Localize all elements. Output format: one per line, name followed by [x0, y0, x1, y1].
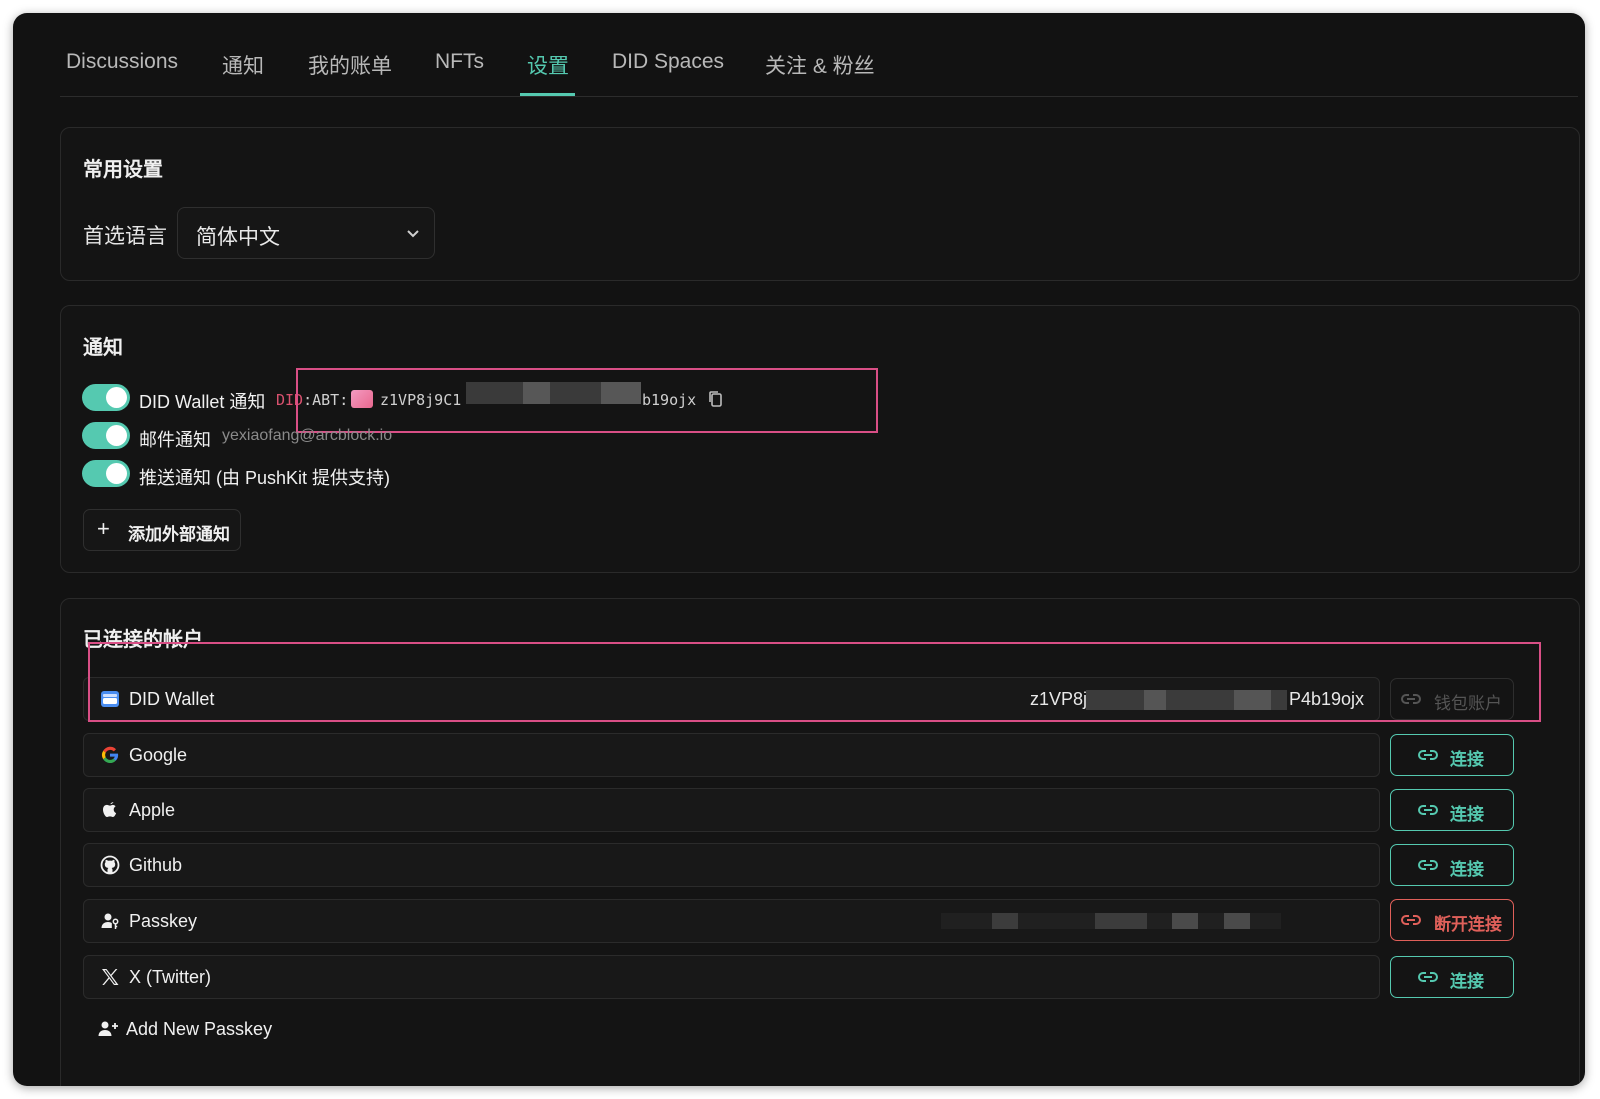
apple-icon [103, 802, 117, 817]
connect-google-button[interactable]: 连接 [1390, 734, 1514, 776]
add-external-notification-label: 添加外部通知 [128, 525, 230, 544]
x-icon [102, 969, 119, 985]
account-name: Google [129, 745, 188, 765]
add-external-notification-button[interactable]: + 添加外部通知 [83, 509, 241, 551]
chevron-down-icon [407, 230, 419, 238]
connect-label: 连接 [1450, 860, 1484, 879]
email-notify-label: 邮件通知 [139, 430, 211, 450]
passkey-icon [101, 913, 119, 929]
tab-nfts[interactable]: NFTs [435, 50, 484, 74]
account-row-google: Google [83, 733, 1380, 777]
tab-did-spaces[interactable]: DID Spaces [612, 50, 724, 74]
did-highlight-box [296, 368, 878, 433]
language-value: 简体中文 [196, 226, 280, 249]
language-select[interactable]: 简体中文 [177, 207, 435, 259]
account-row-passkey: Passkey [83, 899, 1380, 943]
active-tab-indicator [520, 93, 575, 96]
link-icon [1418, 860, 1438, 870]
plus-icon: + [97, 516, 110, 541]
link-icon [1418, 972, 1438, 982]
notifications-title: 通知 [83, 337, 123, 359]
tab-notifications[interactable]: 通知 [222, 50, 264, 80]
connect-label: 连接 [1450, 972, 1484, 991]
general-settings-card: 常用设置 首选语言 简体中文 [60, 127, 1580, 281]
connect-label: 连接 [1450, 750, 1484, 769]
add-new-passkey-button[interactable]: Add New Passkey [126, 1019, 272, 1040]
link-icon [1418, 750, 1438, 760]
connect-github-button[interactable]: 连接 [1390, 844, 1514, 886]
connected-accounts-card: 已连接的帐户 DID Wallet z1VP8j P4b19ojx 钱包账户 G… [60, 598, 1580, 1086]
redacted-block [1172, 913, 1198, 929]
redacted-block [992, 913, 1018, 929]
did-wallet-notify-toggle[interactable] [82, 384, 130, 411]
account-name: Github [129, 855, 183, 875]
connect-apple-button[interactable]: 连接 [1390, 789, 1514, 831]
connect-label: 连接 [1450, 805, 1484, 824]
account-name: X (Twitter) [129, 967, 212, 987]
account-name: Passkey [129, 911, 198, 931]
redacted-block [1224, 913, 1250, 929]
email-address: yexiaofang@arcblock.io [222, 427, 393, 444]
notifications-card: 通知 DID Wallet 通知 DID:ABT: z1VP8j9C1 b19o… [60, 305, 1580, 573]
link-icon [1418, 805, 1438, 815]
add-user-icon [98, 1021, 118, 1036]
wallet-highlight-box [88, 642, 1541, 722]
disconnect-label: 断开连接 [1434, 915, 1502, 934]
account-row-github: Github [83, 843, 1380, 887]
tab-billing[interactable]: 我的账单 [308, 50, 392, 80]
tab-discussions[interactable]: Discussions [66, 50, 178, 74]
push-notify-label: 推送通知 (由 PushKit 提供支持) [139, 468, 391, 488]
tab-settings[interactable]: 设置 [527, 50, 569, 80]
redacted-block [1095, 913, 1147, 929]
push-notify-toggle[interactable] [82, 460, 130, 487]
account-name: Apple [129, 800, 176, 820]
github-icon [100, 855, 120, 875]
tab-bar: Discussions 通知 我的账单 NFTs 设置 DID Spaces 关… [60, 13, 1578, 97]
email-notify-toggle[interactable] [82, 422, 130, 449]
language-label: 首选语言 [83, 225, 167, 248]
general-settings-title: 常用设置 [83, 159, 163, 181]
link-icon [1401, 915, 1421, 925]
did-wallet-notify-label: DID Wallet 通知 [139, 392, 266, 412]
account-row-apple: Apple [83, 788, 1380, 832]
google-icon [102, 746, 119, 764]
tab-follow[interactable]: 关注 & 粉丝 [765, 50, 875, 80]
connect-x-button[interactable]: 连接 [1390, 956, 1514, 998]
disconnect-passkey-button[interactable]: 断开连接 [1390, 899, 1514, 941]
settings-window: Discussions 通知 我的账单 NFTs 设置 DID Spaces 关… [13, 13, 1585, 1086]
account-row-x: X (Twitter) [83, 955, 1380, 999]
